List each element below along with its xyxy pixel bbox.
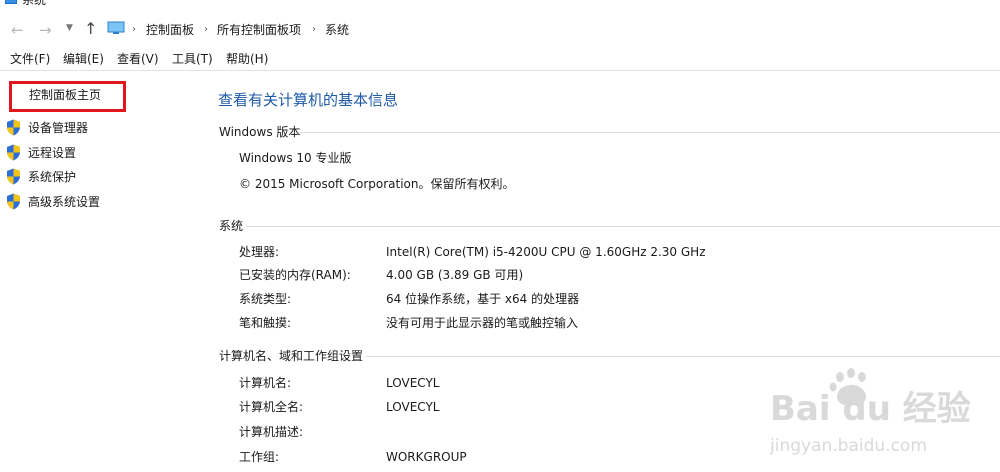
menu-tools[interactable]: 工具(T) xyxy=(172,51,213,67)
breadcrumb-separator-icon[interactable]: › xyxy=(312,22,316,38)
section-divider xyxy=(366,356,1000,357)
breadcrumb-system[interactable]: 系统 xyxy=(325,22,349,38)
watermark-brand: Bai du 经验 xyxy=(770,389,971,429)
computer-monitor-icon xyxy=(107,21,125,34)
section-heading-system: 系统 xyxy=(219,219,244,233)
sidebar-item-label: 系统保护 xyxy=(28,170,77,184)
full-computer-name-label: 计算机全名: xyxy=(239,400,304,414)
back-arrow-icon[interactable]: ← xyxy=(11,21,24,39)
section-heading-computer-name: 计算机名、域和工作组设置 xyxy=(219,349,364,363)
system-type-label: 系统类型: xyxy=(239,292,292,306)
title-bar: 系统 xyxy=(0,0,1000,10)
processor-value: Intel(R) Core(TM) i5-4200U CPU @ 1.60GHz… xyxy=(386,245,706,259)
menu-bar: 文件(F) 编辑(E) 查看(V) 工具(T) 帮助(H) xyxy=(0,48,1000,71)
breadcrumb-control-panel[interactable]: 控制面板 xyxy=(146,22,194,38)
menu-view[interactable]: 查看(V) xyxy=(117,51,159,67)
windows-edition-name: Windows 10 专业版 xyxy=(239,151,352,165)
sidebar-item-label: 远程设置 xyxy=(28,146,77,160)
forward-arrow-icon[interactable]: → xyxy=(39,21,52,39)
processor-label: 处理器: xyxy=(239,245,280,259)
system-window-icon xyxy=(5,0,17,4)
section-heading-windows-edition: Windows 版本 xyxy=(219,125,301,139)
windows-copyright: © 2015 Microsoft Corporation。保留所有权利。 xyxy=(239,177,515,191)
up-arrow-icon[interactable]: ↑ xyxy=(84,20,97,38)
workgroup-value: WORKGROUP xyxy=(386,450,467,464)
shield-icon xyxy=(7,144,20,161)
breadcrumb-separator-icon[interactable]: › xyxy=(132,22,136,38)
section-divider xyxy=(246,226,1000,227)
watermark-url: jingyan.baidu.com xyxy=(770,436,927,456)
shield-icon xyxy=(7,168,20,185)
recent-locations-chevron-icon[interactable]: ▼ xyxy=(66,23,73,33)
system-type-value: 64 位操作系统，基于 x64 的处理器 xyxy=(386,292,580,306)
page-title: 查看有关计算机的基本信息 xyxy=(218,91,399,109)
section-divider xyxy=(300,132,1000,133)
control-panel-home-link[interactable]: 控制面板主页 xyxy=(29,87,101,103)
workgroup-label: 工作组: xyxy=(239,450,280,464)
shield-icon xyxy=(7,119,20,136)
computer-name-label: 计算机名: xyxy=(239,376,292,390)
ram-value: 4.00 GB (3.89 GB 可用) xyxy=(386,268,524,282)
ram-label: 已安装的内存(RAM): xyxy=(239,268,351,282)
pen-touch-label: 笔和触摸: xyxy=(239,316,292,330)
computer-description-label: 计算机描述: xyxy=(239,425,304,439)
menu-file[interactable]: 文件(F) xyxy=(10,51,50,67)
sidebar-item-label: 设备管理器 xyxy=(28,121,89,135)
breadcrumb-all-items[interactable]: 所有控制面板项 xyxy=(217,22,301,38)
menu-help[interactable]: 帮助(H) xyxy=(226,51,268,67)
menu-edit[interactable]: 编辑(E) xyxy=(63,51,104,67)
baidu-watermark-logo: Bai du 经验 jingyan.baidu.com xyxy=(770,368,971,456)
full-computer-name-value: LOVECYL xyxy=(386,400,440,414)
pen-touch-value: 没有可用于此显示器的笔或触控输入 xyxy=(386,316,579,330)
sidebar-item-label: 高级系统设置 xyxy=(28,195,101,209)
window-title: 系统 xyxy=(22,0,47,7)
computer-name-value: LOVECYL xyxy=(386,376,440,390)
breadcrumb-separator-icon[interactable]: › xyxy=(204,22,208,38)
shield-icon xyxy=(7,193,20,210)
